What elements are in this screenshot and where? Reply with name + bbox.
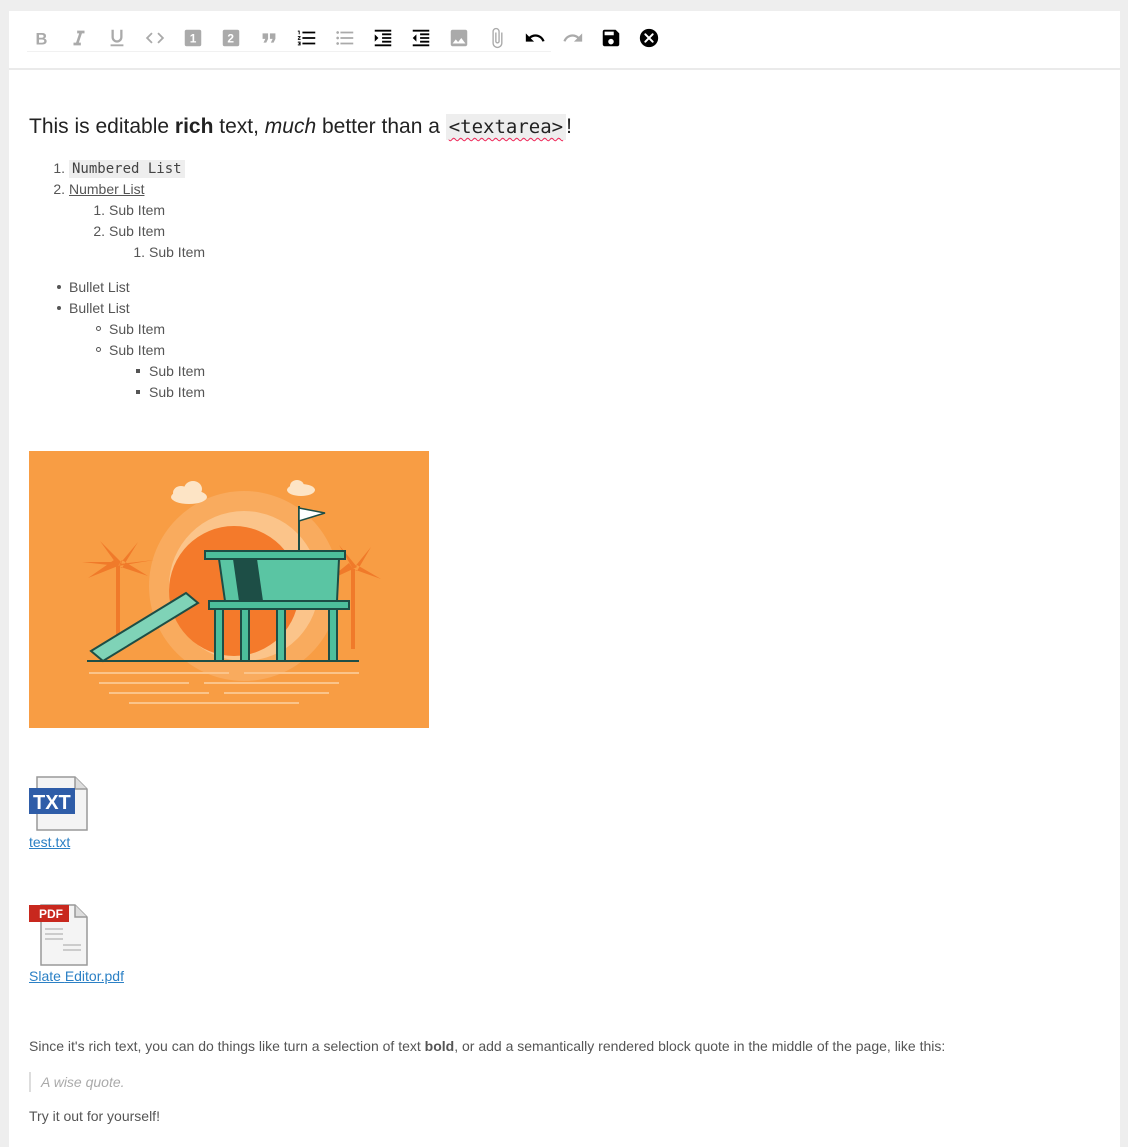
paperclip-icon xyxy=(492,27,503,49)
list-item-text: Sub Item xyxy=(109,223,166,239)
headline-text: This is editable xyxy=(29,115,175,138)
txt-file-icon[interactable]: TXT xyxy=(29,776,89,831)
list-item-text: Sub Item xyxy=(149,363,206,379)
bold-button[interactable]: B xyxy=(29,26,53,50)
outdent-button[interactable] xyxy=(409,26,433,50)
embedded-image[interactable] xyxy=(29,451,429,728)
paragraph-text: Since it's rich text, you can do things … xyxy=(29,1038,425,1054)
rich-text-editor[interactable]: B 1 2 This is editable rich text, much b… xyxy=(9,11,1120,1147)
headline-paragraph[interactable]: This is editable rich text, much better … xyxy=(29,114,572,140)
heading-two-icon: 2 xyxy=(222,29,240,47)
underline-button[interactable] xyxy=(105,26,129,50)
heading-one-icon: 1 xyxy=(184,29,202,47)
code-icon xyxy=(145,32,165,44)
bullet-marker xyxy=(96,326,101,331)
heading-two-button[interactable]: 2 xyxy=(219,26,243,50)
list-marker: 2. xyxy=(93,223,105,239)
svg-text:1: 1 xyxy=(190,32,197,46)
list-item[interactable]: Sub Item xyxy=(109,341,165,359)
list-item-text: Sub Item xyxy=(109,321,166,337)
list-item[interactable]: 2. Sub Item xyxy=(93,222,166,240)
list-marker: 1. xyxy=(93,202,105,218)
bullet-marker xyxy=(96,347,101,352)
italic-icon xyxy=(73,30,85,46)
bold-icon: B xyxy=(36,30,48,48)
save-icon xyxy=(602,29,620,47)
headline-bold: rich xyxy=(174,115,214,138)
numbered-list-button[interactable] xyxy=(295,26,319,50)
code-button[interactable] xyxy=(143,26,167,50)
paragraph-bold: bold xyxy=(424,1038,455,1054)
toolbar-divider xyxy=(27,51,551,52)
headline-code: <textarea> xyxy=(445,114,567,140)
quote-icon xyxy=(262,33,276,43)
insert-image-button[interactable] xyxy=(447,26,471,50)
bullet-marker xyxy=(136,390,140,394)
bullet-marker xyxy=(136,369,140,373)
svg-text:PDF: PDF xyxy=(39,907,63,921)
bullet-marker xyxy=(57,306,61,310)
indent-button[interactable] xyxy=(371,26,395,50)
image-icon xyxy=(450,29,468,47)
headline-text: better than a xyxy=(316,115,446,138)
editor-toolbar: B 1 2 xyxy=(9,11,1120,70)
lifeguard-tower-illustration xyxy=(29,451,429,728)
redo-icon xyxy=(563,33,583,42)
list-item-text: Numbered List xyxy=(69,160,185,178)
close-circle-icon xyxy=(639,28,659,48)
redo-button[interactable] xyxy=(561,26,585,50)
numbered-list-icon xyxy=(297,30,316,46)
list-item[interactable]: 2. Number List xyxy=(53,180,145,198)
close-button[interactable] xyxy=(637,26,661,50)
underline-icon xyxy=(110,29,124,47)
list-marker: 2. xyxy=(53,181,65,197)
svg-text:2: 2 xyxy=(227,32,234,46)
paragraph-text: , or add a semantically rendered block q… xyxy=(454,1038,946,1054)
list-item-text: Bullet List xyxy=(69,300,130,316)
block-quote[interactable]: A wise quote. xyxy=(29,1072,125,1092)
undo-icon xyxy=(525,33,545,42)
body-paragraph[interactable]: Try it out for yourself! xyxy=(29,1108,160,1124)
headline-text: text, xyxy=(213,115,265,138)
list-item[interactable]: 1. Numbered List xyxy=(53,159,185,178)
heading-one-button[interactable]: 1 xyxy=(181,26,205,50)
save-button[interactable] xyxy=(599,26,623,50)
list-item[interactable]: Sub Item xyxy=(109,320,165,338)
indent-icon xyxy=(374,29,392,47)
headline-text: ! xyxy=(566,115,572,138)
attachment-link-text: Editor.pdf xyxy=(64,968,124,984)
list-item-text: Sub Item xyxy=(109,342,166,358)
list-item-text: Bullet List xyxy=(69,279,130,295)
list-item[interactable]: Sub Item xyxy=(149,383,205,401)
list-item[interactable]: Bullet List xyxy=(69,278,130,296)
block-quote-button[interactable] xyxy=(257,26,281,50)
list-item-text: Number List xyxy=(69,181,145,197)
list-item[interactable]: Sub Item xyxy=(149,362,205,380)
bulleted-list-button[interactable] xyxy=(333,26,357,50)
body-paragraph[interactable]: Since it's rich text, you can do things … xyxy=(29,1038,945,1054)
outdent-icon xyxy=(412,29,430,47)
list-item[interactable]: 1. Sub Item xyxy=(133,243,206,261)
attach-file-button[interactable] xyxy=(485,26,509,50)
headline-italic: much xyxy=(264,115,317,138)
attachment-link[interactable]: test.txt xyxy=(29,834,70,850)
undo-button[interactable] xyxy=(523,26,547,50)
attachment-link[interactable]: Slate Editor.pdf xyxy=(29,968,124,984)
bulleted-list-icon xyxy=(336,31,354,45)
svg-text:B: B xyxy=(36,30,48,48)
list-item[interactable]: 1. Sub Item xyxy=(93,201,166,219)
list-item-text: Sub Item xyxy=(149,244,206,260)
list-item-text: Sub Item xyxy=(149,384,206,400)
list-marker: 1. xyxy=(53,160,65,176)
pdf-file-icon[interactable]: PDF xyxy=(29,904,89,966)
list-item[interactable]: Bullet List xyxy=(69,299,130,317)
bullet-marker xyxy=(57,285,61,289)
italic-button[interactable] xyxy=(67,26,91,50)
list-item-text: Sub Item xyxy=(109,202,166,218)
svg-text:TXT: TXT xyxy=(33,792,71,814)
attachment-link-text: Slate xyxy=(29,968,65,984)
list-marker: 1. xyxy=(133,244,145,260)
